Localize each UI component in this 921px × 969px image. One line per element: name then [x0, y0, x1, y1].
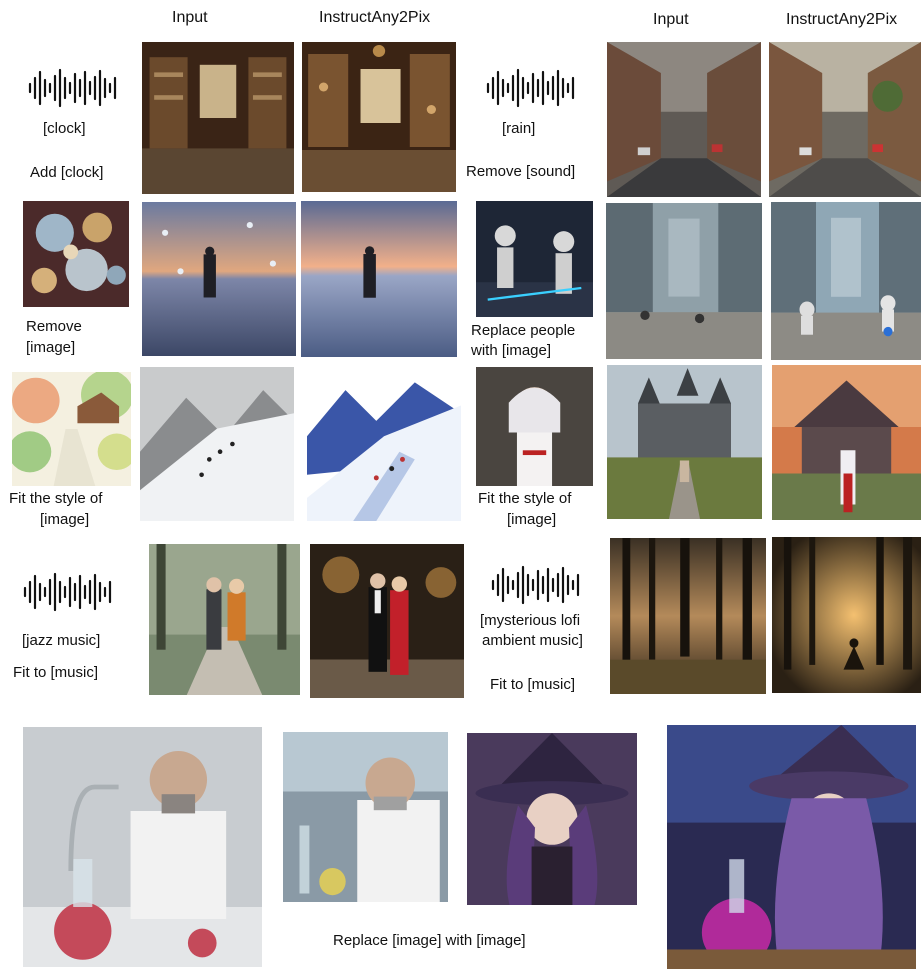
input-image — [23, 727, 262, 967]
output-image — [772, 365, 921, 520]
audio-waveform-icon — [22, 572, 114, 612]
instruction-label: [image] — [507, 511, 557, 528]
modality-label: [mysterious lofi — [480, 612, 581, 629]
audio-waveform-icon — [485, 68, 577, 108]
output-image — [772, 537, 921, 693]
input-image — [607, 365, 762, 519]
instruction-label: Fit to [music] — [490, 676, 576, 693]
modality-label: [clock] — [43, 120, 86, 137]
input-image — [142, 202, 296, 356]
instruction-label: Remove — [26, 318, 82, 335]
instruction-label: Remove [sound] — [466, 163, 576, 180]
instruction-label: Replace people — [471, 322, 576, 339]
instruction-label: Fit the style of — [478, 490, 572, 507]
condition-image — [12, 372, 131, 486]
header-right-input: Input — [653, 11, 689, 28]
output-image — [769, 42, 921, 197]
instruction-label: Replace [image] with [image] — [333, 932, 526, 949]
header-left-output: InstructAny2Pix — [319, 9, 431, 26]
instruction-label: with [image] — [471, 342, 552, 359]
instruction-label: Fit to [music] — [13, 664, 99, 681]
modality-label: [jazz music] — [22, 632, 101, 649]
header-left-input: Input — [172, 9, 208, 26]
condition-image — [476, 367, 593, 486]
output-image — [667, 725, 916, 969]
source-image — [283, 732, 448, 902]
output-image — [310, 544, 464, 698]
reference-image — [467, 733, 637, 905]
input-image — [149, 544, 300, 695]
input-image — [142, 42, 294, 194]
input-image — [606, 203, 762, 359]
instruction-label: Fit the style of — [9, 490, 103, 507]
input-image — [610, 538, 766, 694]
instruction-label: [image] — [40, 511, 90, 528]
output-image — [307, 367, 461, 521]
instruction-label: Add [clock] — [30, 164, 104, 181]
instruction-label: [image] — [26, 339, 76, 356]
input-image — [607, 42, 761, 197]
condition-image — [23, 201, 129, 307]
output-image — [302, 42, 456, 192]
modality-label: [rain] — [502, 120, 536, 137]
output-image — [301, 201, 457, 357]
condition-image — [476, 201, 593, 317]
modality-label: ambient music] — [482, 632, 583, 649]
header-right-output: InstructAny2Pix — [786, 11, 898, 28]
audio-waveform-icon — [27, 68, 119, 108]
audio-waveform-icon — [490, 565, 582, 605]
input-image — [140, 367, 294, 521]
output-image — [771, 202, 921, 360]
